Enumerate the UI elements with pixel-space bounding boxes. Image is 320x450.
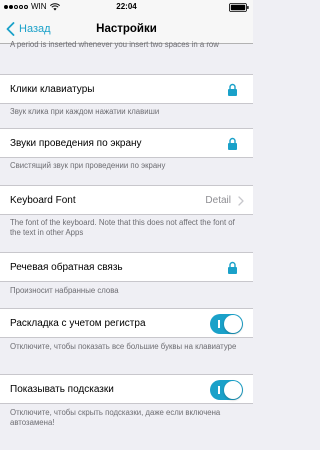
row-label: Звуки проведения по экрану (10, 138, 142, 149)
row-detail: Detail (205, 195, 231, 206)
section-footer: Отключите, чтобы показать все большие бу… (10, 342, 237, 351)
lock-icon (228, 137, 237, 150)
row-label: Речевая обратная связь (10, 262, 123, 273)
section-footer: The font of the keyboard. Note that this… (10, 218, 235, 237)
row-keyboard-clicks[interactable]: Клики клавиатуры (0, 74, 253, 104)
lock-icon (228, 83, 237, 96)
status-time: 22:04 (116, 2, 137, 11)
status-bar: WIN 22:04 (0, 0, 253, 14)
row-speech-feedback[interactable]: Речевая обратная связь (0, 252, 253, 282)
chevron-left-icon (6, 22, 15, 36)
row-case-sensitive-layout[interactable]: Раскладка с учетом регистра (0, 308, 253, 338)
battery-group (229, 0, 249, 14)
row-label: Показывать подсказки (10, 384, 114, 395)
row-keyboard-font[interactable]: Keyboard Font Detail (0, 185, 253, 215)
lock-icon (228, 261, 237, 274)
case-layout-toggle[interactable] (210, 314, 243, 334)
section-footer: Отключите, чтобы скрыть подсказки, даже … (10, 408, 221, 427)
section-footer: Свистящий звук при проведении по экрану (10, 161, 166, 170)
chevron-right-icon (238, 196, 244, 206)
section-footer-top: A period is inserted whenever you insert… (10, 40, 219, 49)
section-footer: Звук клика при каждом нажатии клавиши (10, 107, 160, 116)
suggestions-toggle[interactable] (210, 380, 243, 400)
section-footer: Произносит набранные слова (10, 286, 119, 295)
row-label: Раскладка с учетом регистра (10, 318, 146, 329)
row-show-suggestions[interactable]: Показывать подсказки (0, 374, 253, 404)
row-label: Клики клавиатуры (10, 84, 95, 95)
back-button-label: Назад (19, 23, 51, 35)
battery-icon (229, 2, 249, 12)
row-swipe-sounds[interactable]: Звуки проведения по экрану (0, 128, 253, 158)
row-label: Keyboard Font (10, 195, 76, 206)
